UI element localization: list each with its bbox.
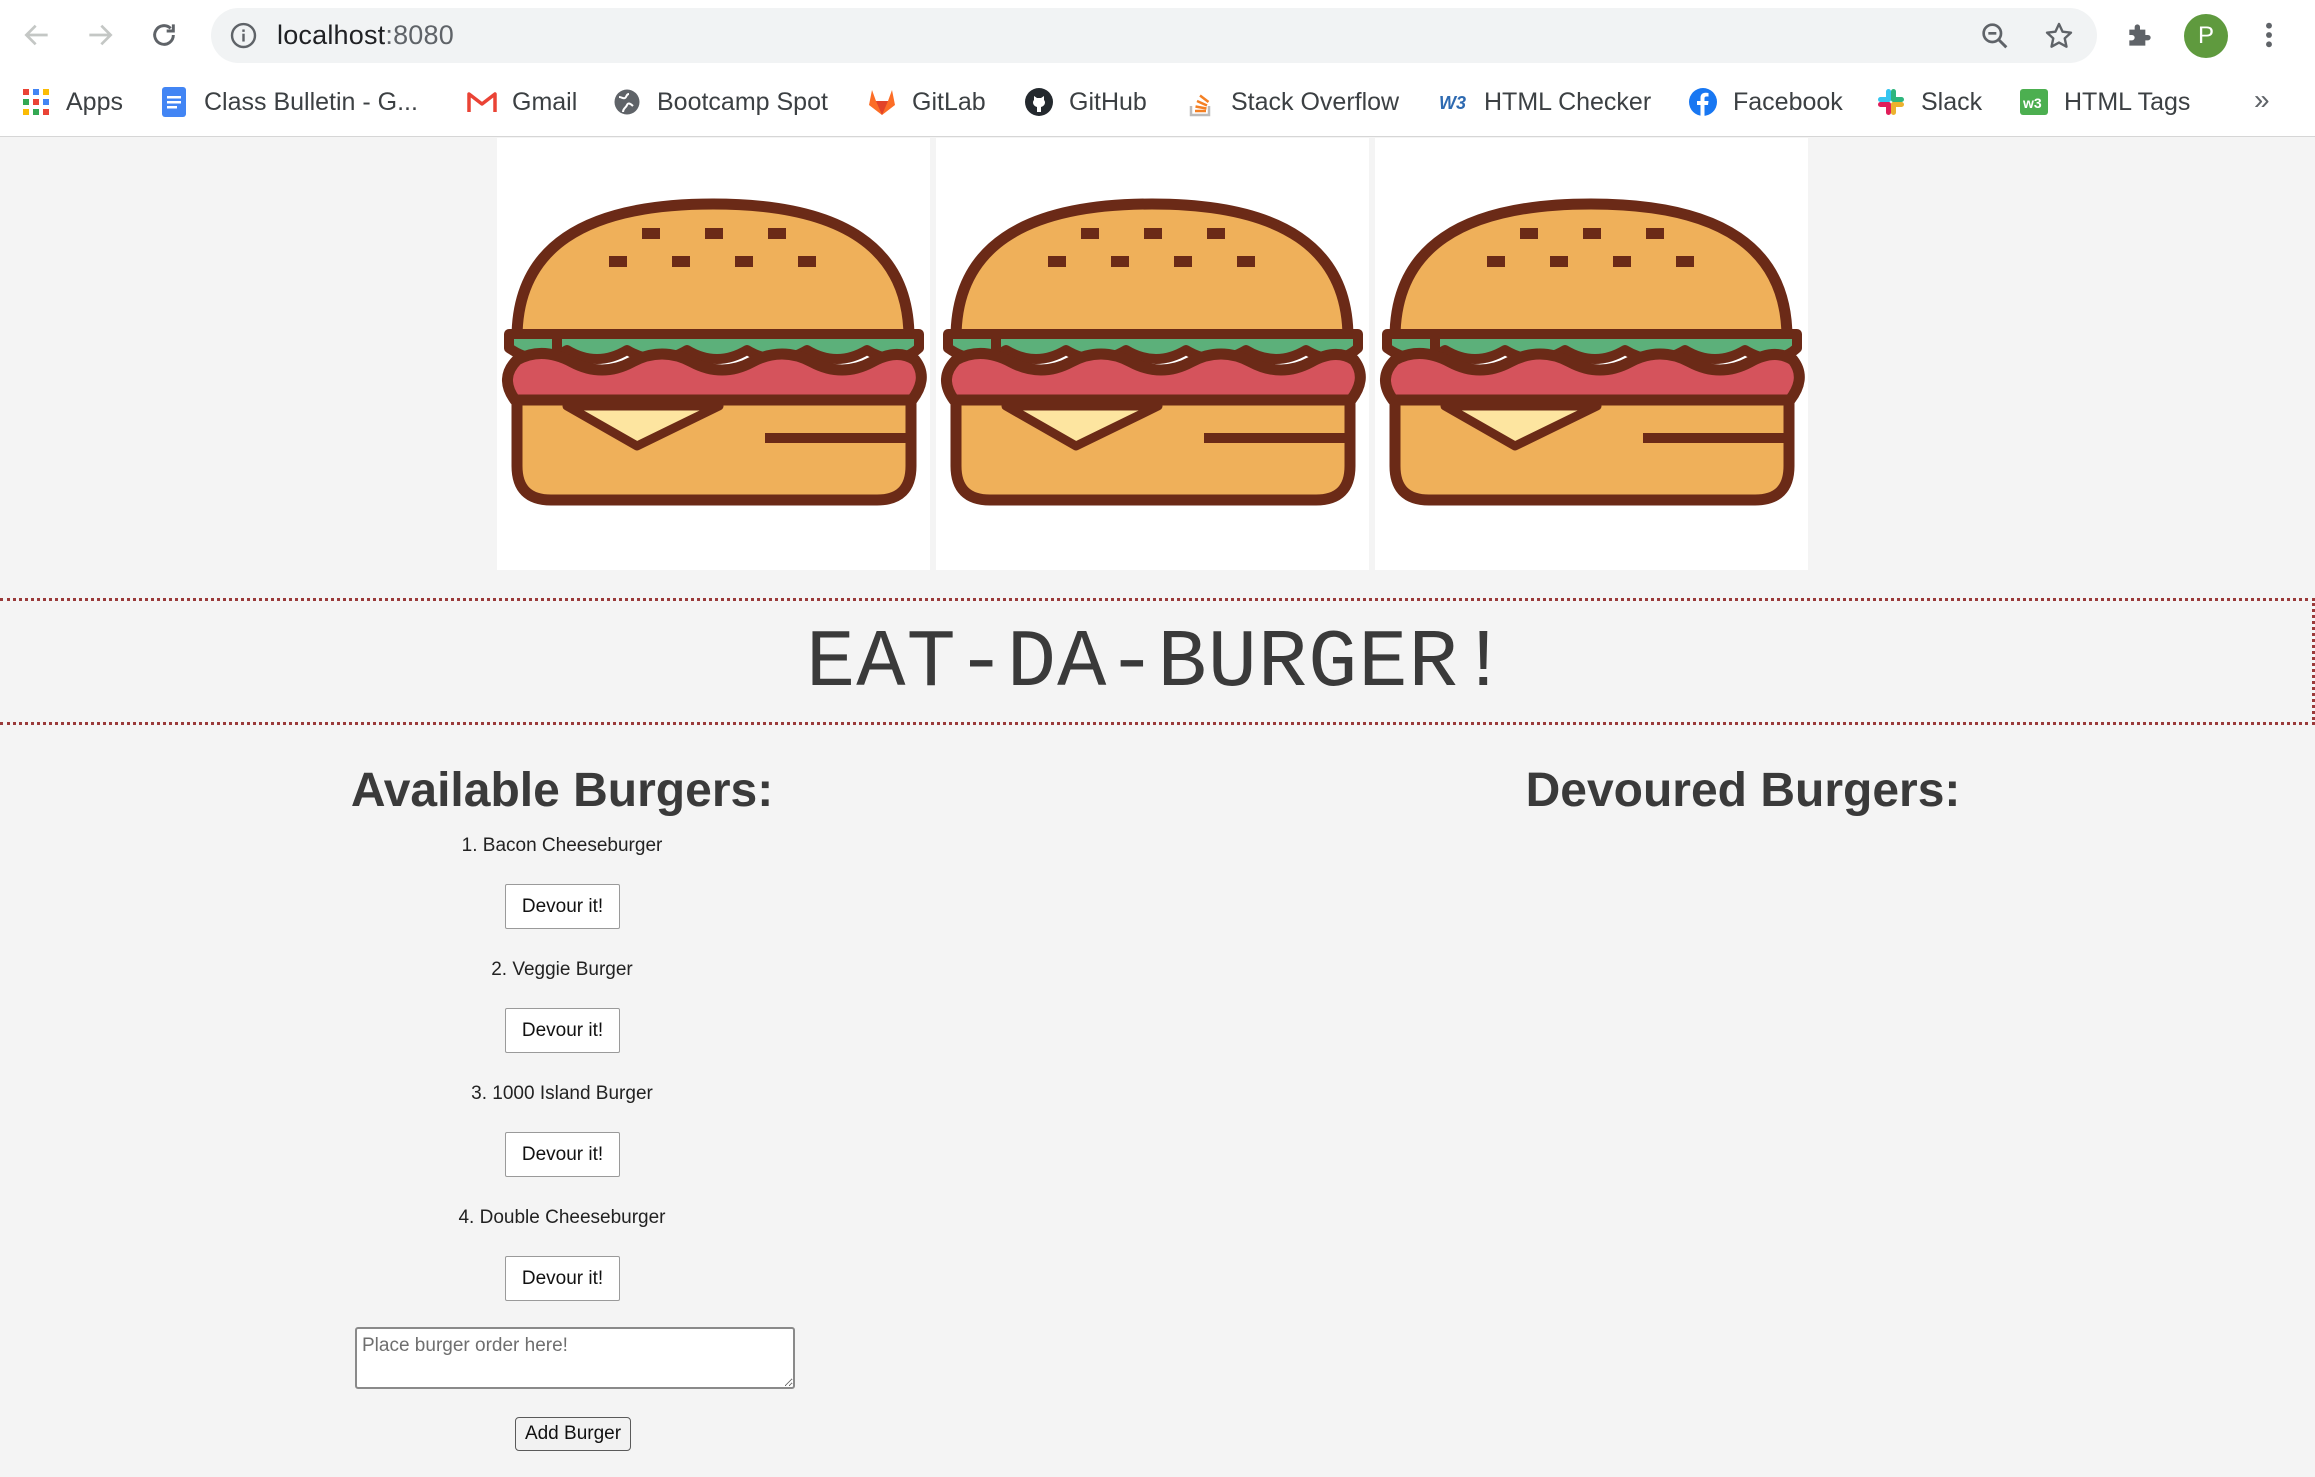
gmail-icon xyxy=(466,86,498,118)
back-arrow-icon xyxy=(24,24,48,46)
bookmark-label: Gmail xyxy=(512,87,578,116)
devoured-burgers-heading: Devoured Burgers: xyxy=(1525,764,1961,817)
page-title: EAT-DA-BURGER! xyxy=(806,617,1509,710)
title-banner: EAT-DA-BURGER! xyxy=(0,598,2315,725)
w3schools-icon: w3 xyxy=(2018,86,2050,118)
bookmark-stack-overflow[interactable]: Stack Overflow xyxy=(1185,82,1399,122)
bookmark-html-tags[interactable]: w3 HTML Tags xyxy=(2018,82,2190,122)
bookmark-bootcamp-spot[interactable]: Bootcamp Spot xyxy=(611,82,828,122)
more-vert-icon xyxy=(2266,22,2272,48)
svg-text:w3: w3 xyxy=(2022,95,2042,111)
burger-list-item: 1. Bacon Cheeseburger xyxy=(461,835,663,856)
bookmark-label: GitLab xyxy=(912,87,986,116)
burger-image xyxy=(1375,138,1808,570)
url-text[interactable]: localhost:8080 xyxy=(277,18,454,52)
svg-text:W3: W3 xyxy=(1439,93,1466,113)
bookmark-gitlab[interactable]: GitLab xyxy=(866,82,986,122)
burger-list-item: 2. Veggie Burger xyxy=(491,959,633,980)
puzzle-icon xyxy=(2129,24,2151,46)
site-info-icon[interactable] xyxy=(229,21,258,50)
bookmark-label: GitHub xyxy=(1069,87,1147,116)
address-bar[interactable]: localhost:8080 xyxy=(211,8,2097,63)
burger-image xyxy=(936,138,1369,570)
add-burger-button[interactable]: Add Burger xyxy=(515,1417,631,1451)
bookmark-github[interactable]: GitHub xyxy=(1023,82,1147,122)
bookmark-slack[interactable]: Slack xyxy=(1875,82,1982,122)
burger-list-item: 4. Double Cheeseburger xyxy=(458,1207,666,1228)
available-burgers-heading: Available Burgers: xyxy=(350,764,774,817)
bookmark-gmail[interactable]: Gmail xyxy=(466,82,577,122)
more-bookmarks-button[interactable]: » xyxy=(2254,84,2270,116)
google-docs-icon xyxy=(158,86,190,118)
bookmark-label: Slack xyxy=(1921,87,1983,116)
bookmark-label: Apps xyxy=(66,87,123,116)
bookmark-label: HTML Checker xyxy=(1484,87,1652,116)
devour-button[interactable]: Devour it! xyxy=(505,1256,620,1301)
github-icon xyxy=(1023,86,1055,118)
forward-arrow-icon xyxy=(89,24,113,46)
bookmark-apps[interactable]: Apps xyxy=(20,82,123,122)
facebook-icon xyxy=(1687,86,1719,118)
bookmark-label: Bootcamp Spot xyxy=(657,87,828,116)
apps-grid-icon xyxy=(20,86,52,118)
devour-button[interactable]: Devour it! xyxy=(505,884,620,929)
bookmark-label: Facebook xyxy=(1733,87,1843,116)
reload-icon xyxy=(153,24,175,46)
browser-menu-button[interactable] xyxy=(2248,14,2290,56)
bookmark-class-bulletin[interactable]: Class Bulletin - G... xyxy=(158,82,418,122)
burger-image-row xyxy=(497,138,1808,570)
bookmark-facebook[interactable]: Facebook xyxy=(1687,82,1843,122)
bookmark-label: Class Bulletin - G... xyxy=(204,87,418,116)
slack-icon xyxy=(1875,86,1907,118)
profile-avatar[interactable]: P xyxy=(2184,14,2228,58)
burger-image xyxy=(497,138,930,570)
bookmark-label: Stack Overflow xyxy=(1231,87,1400,116)
burger-icon xyxy=(941,198,1366,506)
burger-list-item: 3. 1000 Island Burger xyxy=(471,1083,653,1104)
bookmark-label: HTML Tags xyxy=(2064,87,2191,116)
back-button[interactable] xyxy=(14,12,60,58)
bookmark-star-icon[interactable] xyxy=(2043,20,2075,52)
gitlab-icon xyxy=(866,86,898,118)
burger-order-input[interactable] xyxy=(355,1327,795,1389)
extensions-button[interactable] xyxy=(2119,14,2161,56)
browser-toolbar: localhost:8080 P xyxy=(0,0,2315,70)
bookmark-html-checker[interactable]: W3 HTML Checker xyxy=(1438,82,1651,122)
stack-overflow-icon xyxy=(1185,86,1217,118)
bookmarks-bar: Apps Class Bulletin - G... Gmail Bootcam… xyxy=(0,70,2315,137)
devour-button[interactable]: Devour it! xyxy=(505,1008,620,1053)
w3c-icon: W3 xyxy=(1438,86,1470,118)
devour-button[interactable]: Devour it! xyxy=(505,1132,620,1177)
forward-button[interactable] xyxy=(77,12,123,58)
reload-button[interactable] xyxy=(141,12,187,58)
burger-icon xyxy=(502,198,927,506)
globe-icon xyxy=(611,86,643,118)
zoom-icon[interactable] xyxy=(1979,20,2011,52)
burger-icon xyxy=(1380,198,1805,506)
